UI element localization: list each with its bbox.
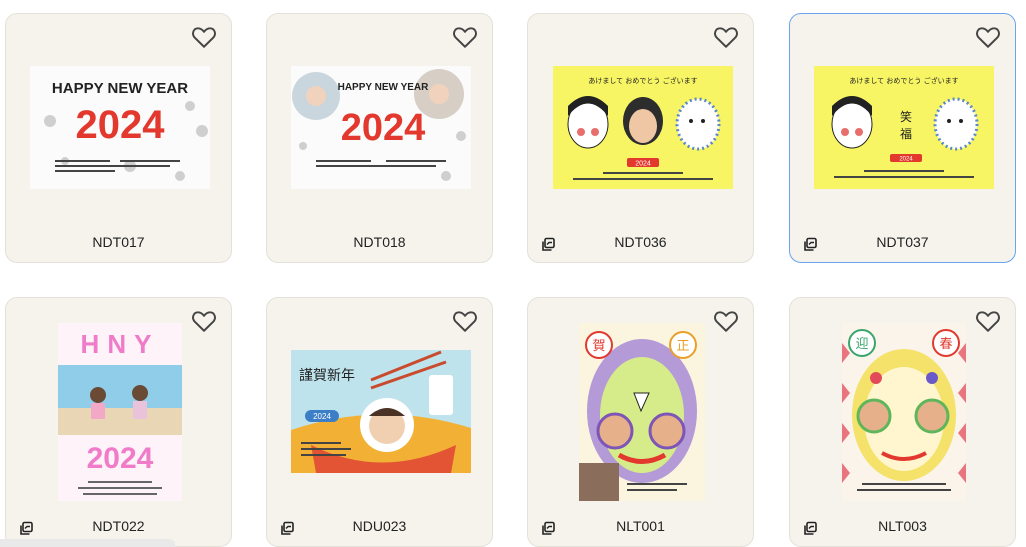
design-card-ndt018[interactable]: HAPPY NEW YEAR 2024 NDT018 [266,13,493,263]
thumb-headline: あけまして おめでとう ございます [588,76,697,85]
design-card-ndt022[interactable]: HNY 2024 NDT022 [5,297,232,547]
card-code: NDU023 [352,518,407,534]
svg-text:賀: 賀 [592,339,605,354]
heart-icon[interactable] [713,25,739,49]
design-card-nlt003[interactable]: 迎 春 NLT003 [789,297,1016,547]
thumb-headline: HAPPY NEW YEAR [338,82,430,93]
card-thumbnail[interactable]: 謹賀新年 2024 [291,350,471,473]
thumb-headline: HAPPY NEW YEAR [52,80,188,97]
heart-icon[interactable] [713,309,739,333]
card-code: NLT003 [878,518,927,534]
status-url-tooltip [0,539,175,547]
card-code: NDT022 [92,518,145,534]
card-thumbnail[interactable]: あけまして おめでとう ございます 2024 [553,66,733,189]
card-thumbnail[interactable]: 迎 春 [842,323,966,501]
thumb-year: 2024 [87,442,154,475]
heart-icon[interactable] [191,25,217,49]
svg-text:正: 正 [676,339,689,354]
card-thumbnail[interactable]: 賀 正 [579,323,705,501]
thumb-year: 2024 [899,157,913,163]
svg-text:春: 春 [939,337,952,352]
design-card-ndt037[interactable]: あけまして おめでとう ございます 笑 福 2024 NDT037 [789,13,1016,263]
design-card-ndt017[interactable]: HAPPY NEW YEAR 2024 NDT017 [5,13,232,263]
card-code: NDT036 [614,234,667,250]
card-thumbnail[interactable]: HNY 2024 [58,323,182,501]
thumb-headline: 謹賀新年 [299,368,355,384]
heart-icon[interactable] [452,25,478,49]
thumb-year: 2024 [76,103,166,147]
svg-text:迎: 迎 [855,337,868,352]
design-card-ndt036[interactable]: あけまして おめでとう ございます 2024 NDT036 [527,13,754,263]
design-card-nlt001[interactable]: 賀 正 NLT001 [527,297,754,547]
thumb-headline: あけまして おめでとう ございます [849,76,958,85]
card-code: NLT001 [616,518,665,534]
card-thumbnail[interactable]: HAPPY NEW YEAR 2024 [291,66,471,189]
thumb-year: 2024 [313,412,331,421]
svg-text:福: 福 [900,126,912,141]
card-code: NDT017 [92,234,145,250]
thumb-year: 2024 [635,161,651,168]
heart-icon[interactable] [975,25,1001,49]
card-code: NDT018 [353,234,406,250]
svg-text:笑: 笑 [900,109,912,124]
card-thumbnail[interactable]: あけまして おめでとう ございます 笑 福 2024 [814,66,994,189]
heart-icon[interactable] [975,309,1001,333]
heart-icon[interactable] [452,309,478,333]
design-card-ndu023[interactable]: 謹賀新年 2024 NDU023 [266,297,493,547]
card-code: NDT037 [876,234,929,250]
thumb-year: 2024 [341,107,426,149]
thumb-headline: HNY [81,329,160,359]
heart-icon[interactable] [191,309,217,333]
card-thumbnail[interactable]: HAPPY NEW YEAR 2024 [30,66,210,189]
